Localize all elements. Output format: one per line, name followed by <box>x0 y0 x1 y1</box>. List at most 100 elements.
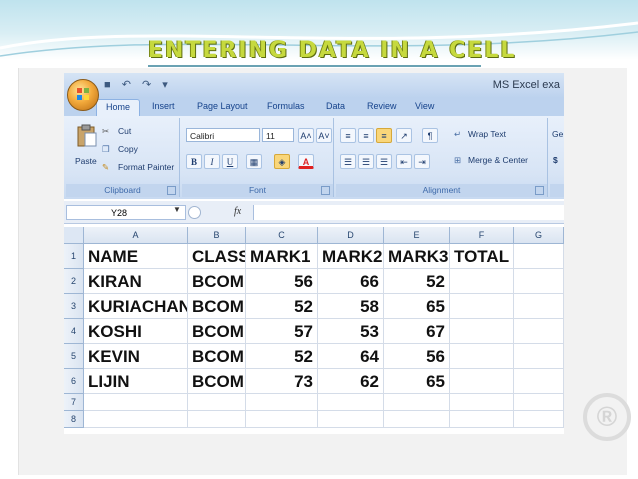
currency-button[interactable]: $ <box>553 155 558 165</box>
paste-icon[interactable] <box>76 124 98 148</box>
row-header-3[interactable]: 3 <box>64 294 84 319</box>
cell-b3[interactable]: BCOM <box>188 294 246 319</box>
cell-f5[interactable] <box>450 344 514 369</box>
row-header-5[interactable]: 5 <box>64 344 84 369</box>
increase-indent-icon[interactable]: ⇥ <box>414 154 430 169</box>
italic-button[interactable]: I <box>204 154 220 169</box>
tab-page-layout[interactable]: Page Layout <box>197 101 248 111</box>
row-header-6[interactable]: 6 <box>64 369 84 394</box>
row-header-7[interactable]: 7 <box>64 394 84 411</box>
tab-review[interactable]: Review <box>367 101 397 111</box>
cell-e6[interactable]: 65 <box>384 369 450 394</box>
cell-d3[interactable]: 58 <box>318 294 384 319</box>
font-dialog-launcher[interactable] <box>321 186 330 195</box>
align-bottom-icon[interactable]: ≡ <box>376 128 392 143</box>
cell-a7[interactable] <box>84 394 188 411</box>
shrink-font-button[interactable]: A˅ <box>316 128 332 143</box>
cell-f6[interactable] <box>450 369 514 394</box>
tab-data[interactable]: Data <box>326 101 345 111</box>
tab-view[interactable]: View <box>415 101 434 111</box>
row-header-2[interactable]: 2 <box>64 269 84 294</box>
paragraph-icon[interactable]: ¶ <box>422 128 438 143</box>
cell-g5[interactable] <box>514 344 564 369</box>
cell-g6[interactable] <box>514 369 564 394</box>
tab-home[interactable]: Home <box>96 99 141 116</box>
clipboard-dialog-launcher[interactable] <box>167 186 176 195</box>
cell-g1[interactable] <box>514 244 564 269</box>
formula-input[interactable] <box>253 205 564 220</box>
cell-d4[interactable]: 53 <box>318 319 384 344</box>
row-header-4[interactable]: 4 <box>64 319 84 344</box>
font-name-select[interactable]: Calibri <box>186 128 260 142</box>
copy-button[interactable]: Copy <box>118 144 138 154</box>
cell-b5[interactable]: BCOM <box>188 344 246 369</box>
cell-c5[interactable]: 52 <box>246 344 318 369</box>
cell-c1[interactable]: MARK1 <box>246 244 318 269</box>
cell-f3[interactable] <box>450 294 514 319</box>
cell-d8[interactable] <box>318 411 384 428</box>
cell-e1[interactable]: MARK3 <box>384 244 450 269</box>
cell-e4[interactable]: 67 <box>384 319 450 344</box>
cell-f8[interactable] <box>450 411 514 428</box>
row-header-8[interactable]: 8 <box>64 411 84 428</box>
cell-a2[interactable]: KIRAN <box>84 269 188 294</box>
cell-a3[interactable]: KURIACHAN <box>84 294 188 319</box>
name-box[interactable]: Y28 <box>66 205 186 220</box>
select-all-corner[interactable] <box>64 227 84 244</box>
alignment-dialog-launcher[interactable] <box>535 186 544 195</box>
cell-e3[interactable]: 65 <box>384 294 450 319</box>
column-header-b[interactable]: B <box>188 227 246 244</box>
align-middle-icon[interactable]: ≡ <box>358 128 374 143</box>
cell-c4[interactable]: 57 <box>246 319 318 344</box>
cell-c8[interactable] <box>246 411 318 428</box>
orientation-icon[interactable]: ↗ <box>396 128 412 143</box>
quick-access-toolbar[interactable]: ■ ↶ ↷ ▾ <box>104 78 172 91</box>
align-left-icon[interactable]: ☰ <box>340 154 356 169</box>
cell-g3[interactable] <box>514 294 564 319</box>
column-header-e[interactable]: E <box>384 227 450 244</box>
cell-a4[interactable]: KOSHI <box>84 319 188 344</box>
insert-function-button[interactable]: fx <box>234 206 241 217</box>
cell-g4[interactable] <box>514 319 564 344</box>
cell-c6[interactable]: 73 <box>246 369 318 394</box>
cell-f7[interactable] <box>450 394 514 411</box>
bold-button[interactable]: B <box>186 154 202 169</box>
cell-g7[interactable] <box>514 394 564 411</box>
font-color-icon[interactable]: A <box>298 154 314 169</box>
cell-c2[interactable]: 56 <box>246 269 318 294</box>
font-size-select[interactable]: 11 <box>262 128 294 142</box>
name-box-dropdown-icon[interactable]: ▼ <box>173 205 181 214</box>
cell-e7[interactable] <box>384 394 450 411</box>
cell-b7[interactable] <box>188 394 246 411</box>
cell-b4[interactable]: BCOM <box>188 319 246 344</box>
align-right-icon[interactable]: ☰ <box>376 154 392 169</box>
cell-d2[interactable]: 66 <box>318 269 384 294</box>
cell-a1[interactable]: NAME <box>84 244 188 269</box>
row-header-1[interactable]: 1 <box>64 244 84 269</box>
decrease-indent-icon[interactable]: ⇤ <box>396 154 412 169</box>
cell-g8[interactable] <box>514 411 564 428</box>
underline-button[interactable]: U <box>222 154 238 169</box>
cell-g2[interactable] <box>514 269 564 294</box>
format-painter-button[interactable]: Format Painter <box>118 162 174 172</box>
cell-b6[interactable]: BCOM <box>188 369 246 394</box>
cell-e5[interactable]: 56 <box>384 344 450 369</box>
cell-f2[interactable] <box>450 269 514 294</box>
cell-b1[interactable]: CLASS <box>188 244 246 269</box>
cell-c3[interactable]: 52 <box>246 294 318 319</box>
number-format-select[interactable]: Ge <box>552 129 563 139</box>
cell-d6[interactable]: 62 <box>318 369 384 394</box>
grow-font-button[interactable]: A˄ <box>298 128 314 143</box>
borders-icon[interactable]: ▦ <box>246 154 262 169</box>
cell-b8[interactable] <box>188 411 246 428</box>
tab-insert[interactable]: Insert <box>152 101 175 111</box>
cell-d5[interactable]: 64 <box>318 344 384 369</box>
cell-c7[interactable] <box>246 394 318 411</box>
align-center-icon[interactable]: ☰ <box>358 154 374 169</box>
cell-e8[interactable] <box>384 411 450 428</box>
cell-a8[interactable] <box>84 411 188 428</box>
column-header-a[interactable]: A <box>84 227 188 244</box>
column-header-f[interactable]: F <box>450 227 514 244</box>
office-button[interactable] <box>67 79 99 111</box>
merge-center-button[interactable]: Merge & Center <box>468 155 528 165</box>
